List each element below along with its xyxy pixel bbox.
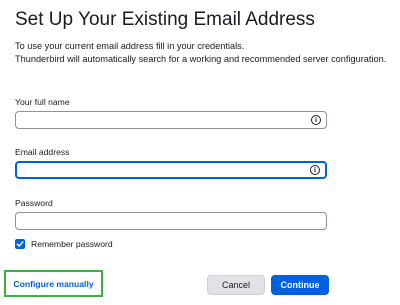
- configure-manually-highlight: Configure manually: [4, 270, 103, 297]
- info-icon[interactable]: i: [311, 115, 321, 125]
- remember-password-row[interactable]: Remember password: [15, 239, 113, 249]
- checkmark-icon: [16, 241, 24, 247]
- configure-manually-link[interactable]: Configure manually: [13, 279, 93, 289]
- email-field[interactable]: i: [15, 161, 327, 180]
- email-input[interactable]: [17, 166, 297, 180]
- page-title: Set Up Your Existing Email Address: [15, 9, 315, 30]
- cancel-button[interactable]: Cancel: [207, 275, 265, 295]
- remember-password-label: Remember password: [31, 239, 113, 249]
- intro-line-2: Thunderbird will automatically search fo…: [15, 54, 387, 64]
- intro-text: To use your current email address fill i…: [15, 40, 399, 66]
- info-icon[interactable]: i: [310, 165, 320, 175]
- email-label: Email address: [15, 147, 70, 157]
- full-name-label: Your full name: [15, 97, 70, 107]
- password-field[interactable]: [15, 212, 327, 231]
- remember-password-checkbox[interactable]: [15, 239, 25, 249]
- password-input[interactable]: [16, 215, 296, 231]
- password-label: Password: [15, 198, 53, 208]
- full-name-input[interactable]: [16, 114, 296, 130]
- continue-button[interactable]: Continue: [271, 275, 329, 295]
- intro-line-1: To use your current email address fill i…: [15, 41, 245, 51]
- full-name-field[interactable]: i: [15, 111, 327, 130]
